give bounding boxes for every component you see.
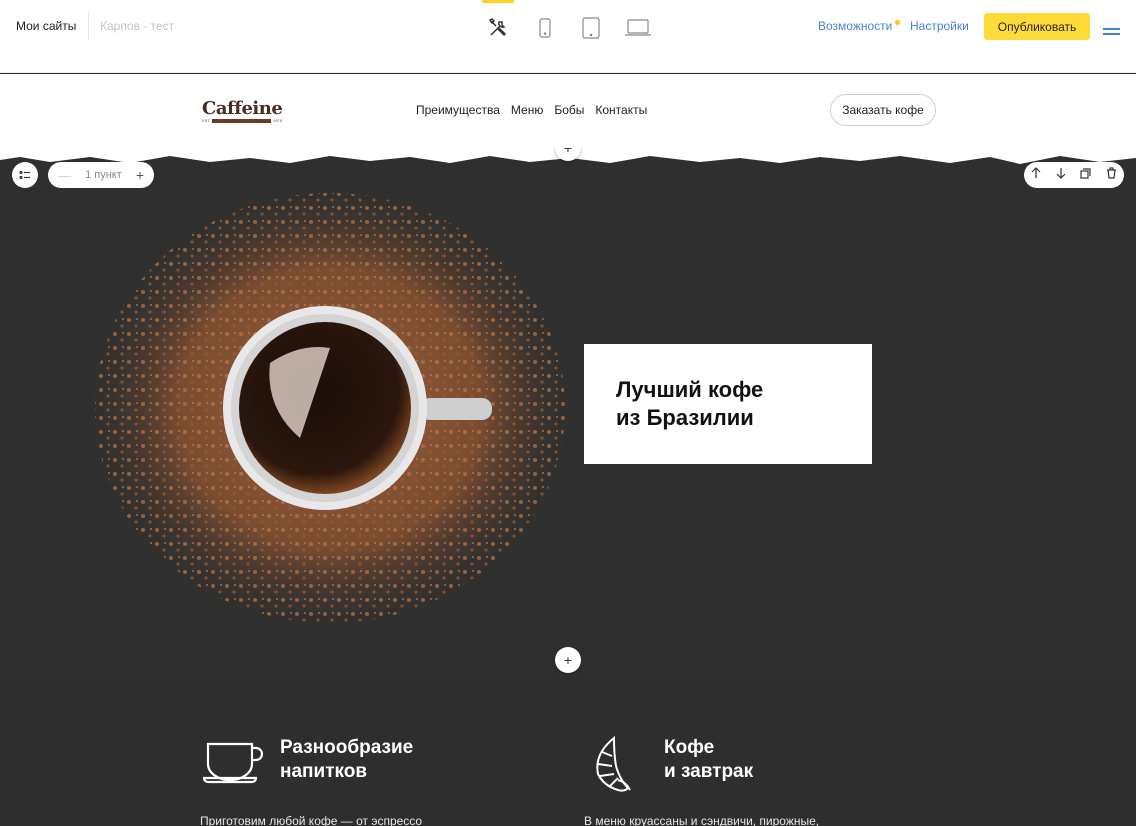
order-coffee-button[interactable]: Заказать кофе	[830, 94, 936, 126]
editor-topbar: Мои сайты Карпов - тест Возможности Наст…	[0, 0, 1136, 73]
duplicate-icon[interactable]	[1080, 166, 1091, 184]
site-name[interactable]: Карпов - тест	[100, 19, 174, 33]
logo-subline: EST. 1978	[202, 118, 282, 123]
logo-year: 1978	[273, 118, 282, 123]
features-section: Разнообразие напитков Приготовим любой к…	[0, 678, 1136, 826]
items-counter: — 1 пункт +	[48, 162, 154, 188]
site-header: Caffeine EST. 1978 Преимущества Меню Боб…	[0, 74, 1136, 154]
move-down-icon[interactable]	[1056, 166, 1066, 184]
move-up-icon[interactable]	[1031, 166, 1041, 184]
site-logo[interactable]: Caffeine EST. 1978	[202, 98, 283, 123]
nav-item-contacts[interactable]: Контакты	[595, 103, 647, 117]
delete-icon[interactable]	[1106, 166, 1117, 184]
tools-icon[interactable]	[482, 0, 514, 42]
hero-section: — 1 пункт + + Лучший кофе из Бразилии +	[0, 148, 1136, 678]
divider	[88, 12, 89, 40]
feature-text: В меню круассаны и сэндвичи, пирожные,	[584, 814, 820, 826]
my-sites-link[interactable]: Мои сайты	[16, 19, 76, 33]
logo-bar	[212, 118, 272, 123]
coffee-cup-icon	[200, 734, 264, 798]
feature-text: Приготовим любой кофе — от эспрессо	[200, 814, 423, 826]
hero-title: Лучший кофе из Бразилии	[616, 377, 764, 430]
hero-image	[0, 148, 1136, 638]
croissant-icon	[584, 734, 648, 798]
feature-title: Кофе и завтрак	[664, 737, 754, 782]
decrease-items-button[interactable]: —	[58, 168, 71, 183]
laptop-icon[interactable]	[624, 14, 652, 42]
logo-text: Caffeine	[202, 98, 283, 119]
nav-item-menu[interactable]: Меню	[511, 103, 543, 117]
block-tools	[1024, 162, 1124, 188]
increase-items-button[interactable]: +	[136, 167, 144, 183]
settings-link[interactable]: Настройки	[910, 19, 969, 33]
add-block-below-button[interactable]: +	[555, 647, 581, 673]
menu-icon[interactable]	[1103, 28, 1120, 35]
feature-title: Разнообразие напитков	[280, 737, 414, 782]
notification-dot	[895, 20, 900, 25]
logo-est: EST.	[202, 118, 211, 123]
phone-icon[interactable]	[531, 14, 559, 42]
hero-card: Лучший кофе из Бразилии	[584, 344, 872, 464]
block-list-button[interactable]	[12, 162, 38, 188]
features-link[interactable]: Возможности	[818, 19, 892, 33]
nav-item-advantages[interactable]: Преимущества	[416, 103, 500, 117]
site-nav: Преимущества Меню Бобы Контакты	[416, 103, 647, 117]
items-count: 1 пункт	[85, 169, 122, 181]
nav-item-beans[interactable]: Бобы	[554, 103, 584, 117]
tablet-icon[interactable]	[577, 14, 605, 42]
publish-button[interactable]: Опубликовать	[984, 13, 1090, 40]
